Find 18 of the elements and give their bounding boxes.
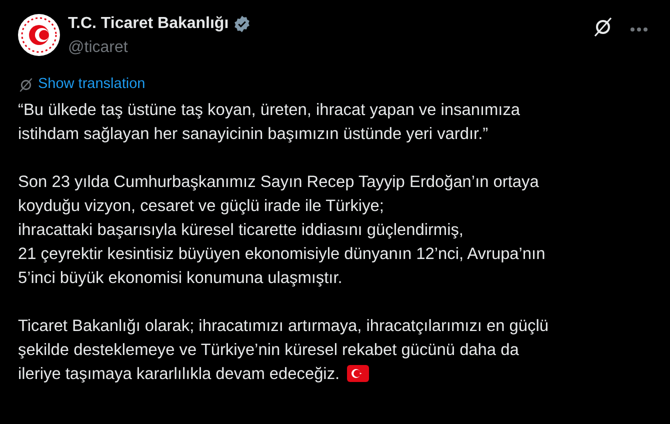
more-icon[interactable] (630, 27, 648, 32)
translate-icon[interactable] (592, 16, 614, 38)
account-name[interactable]: T.C. Ticaret Bakanlığı (68, 12, 229, 36)
tweet-text-line: ileriye taşımaya kararlılıkla devam edeceğiz. (18, 364, 340, 385)
tweet-text-line: 21 çeyrektir kesintisiz büyüyen ekonomisiyle dünyanın 12’nci, Avrupa’nın (18, 244, 546, 265)
translate-icon (18, 76, 34, 93)
tweet-text-line: istihdam sağlayan her sanayicinin başımızın üstünde yeri vardır.” (18, 124, 488, 145)
tweet-text-line: 5’inci büyük ekonomisi konumuna ulaşmıştır. (18, 268, 342, 289)
tweet-text-line: “Bu ülkede taş üstüne taş koyan, üreten, ihracat yapan ve insanımıza (18, 100, 520, 121)
flag-icon (346, 365, 369, 382)
tweet-text-line: Son 23 yılda Cumhurbaşkanımız Sayın Recep Tayyip Erdoğan’ın ortaya (18, 172, 539, 193)
tweet-text-line: ihracattaki başarısıyla küresel ticarette iddiasını güçlendirmiş, (18, 220, 464, 241)
account-handle[interactable]: @ticaret (68, 36, 592, 60)
tweet-text-line: Ticaret Bakanlığı olarak; ihracatımızı artırmaya, ihracatçılarımızı en güçlü (18, 316, 548, 337)
avatar-icon[interactable] (18, 14, 60, 56)
show-translation-link[interactable]: Show translation (38, 74, 146, 96)
tweet-text-line: şekilde desteklemeye ve Türkiye’nin küresel rekabet gücünü daha da (18, 340, 519, 361)
tweet-text-line: koyduğu vizyon, cesaret ve güçlü irade ile Türkiye; (18, 196, 384, 217)
